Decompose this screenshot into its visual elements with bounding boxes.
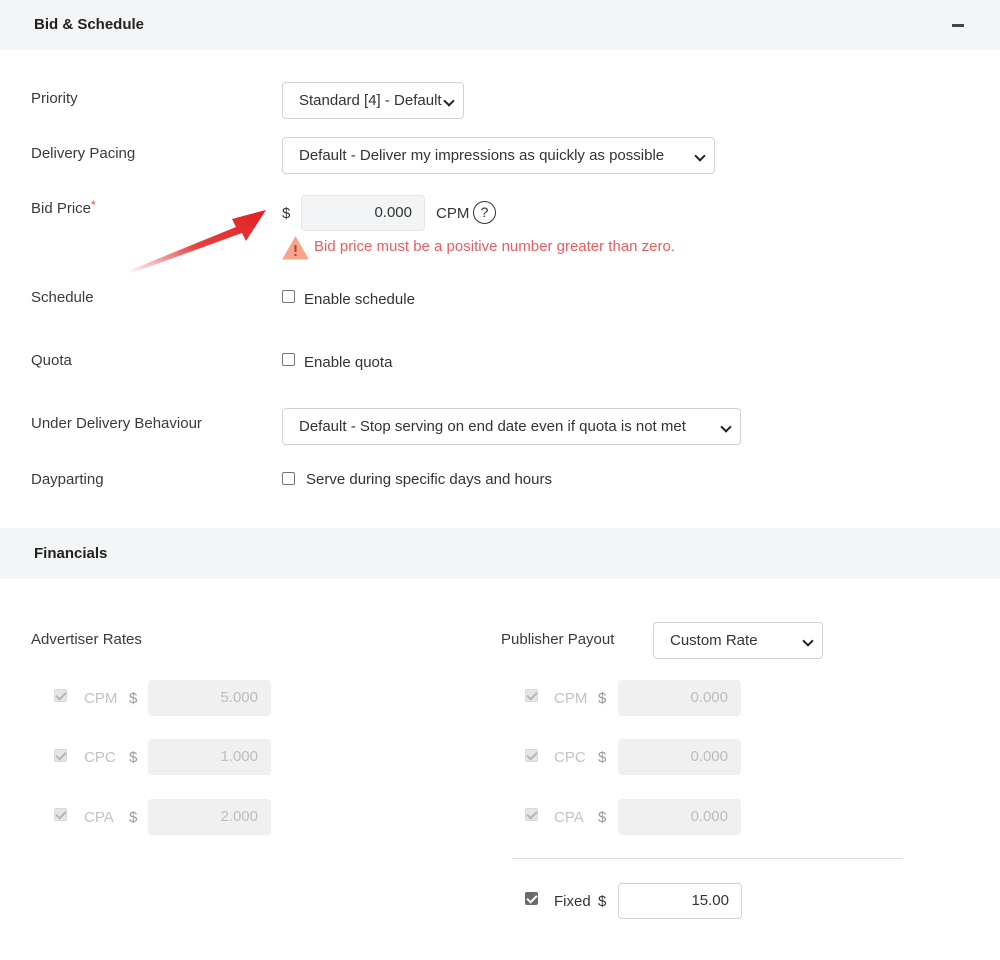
enable-schedule-checkbox[interactable] bbox=[282, 290, 295, 303]
publisher-payout-select[interactable]: Custom Rate bbox=[653, 622, 823, 659]
delivery-pacing-label: Delivery Pacing bbox=[31, 145, 136, 162]
chevron-down-icon bbox=[720, 421, 732, 433]
advertiser-cpc-currency: $ bbox=[129, 749, 138, 766]
under-delivery-select-value: Default - Stop serving on end date even … bbox=[299, 418, 686, 435]
bid-price-input[interactable]: 0.000 bbox=[301, 195, 425, 231]
publisher-cpm-checkbox[interactable] bbox=[525, 689, 538, 702]
publisher-cpa-label: CPA bbox=[554, 809, 584, 826]
priority-select-value: Standard [4] - Default bbox=[299, 92, 442, 109]
delivery-pacing-select[interactable]: Default - Deliver my impressions as quic… bbox=[282, 137, 715, 174]
advertiser-cpc-input[interactable]: 1.000 bbox=[148, 739, 271, 775]
advertiser-cpm-checkbox[interactable] bbox=[54, 689, 67, 702]
publisher-cpc-currency: $ bbox=[598, 749, 607, 766]
priority-select[interactable]: Standard [4] - Default bbox=[282, 82, 464, 119]
schedule-label: Schedule bbox=[31, 289, 94, 306]
delivery-pacing-select-value: Default - Deliver my impressions as quic… bbox=[299, 147, 665, 164]
required-asterisk: * bbox=[91, 198, 96, 212]
publisher-cpm-currency: $ bbox=[598, 690, 607, 707]
publisher-cpa-input[interactable]: 0.000 bbox=[618, 799, 741, 835]
fixed-payout-currency: $ bbox=[598, 893, 607, 910]
advertiser-cpa-checkbox[interactable] bbox=[54, 808, 67, 821]
help-question-icon[interactable]: ? bbox=[473, 201, 496, 224]
fixed-payout-input[interactable]: 15.00 bbox=[618, 883, 742, 919]
bid-price-unit: CPM bbox=[436, 205, 470, 222]
publisher-cpc-input[interactable]: 0.000 bbox=[618, 739, 741, 775]
chevron-down-icon bbox=[802, 635, 814, 647]
chevron-down-icon bbox=[443, 95, 455, 107]
publisher-cpm-input[interactable]: 0.000 bbox=[618, 680, 741, 716]
publisher-payout-label: Publisher Payout bbox=[501, 631, 615, 648]
advertiser-cpa-label: CPA bbox=[84, 809, 114, 826]
advertiser-rates-label: Advertiser Rates bbox=[31, 631, 142, 648]
advertiser-cpm-label: CPM bbox=[84, 690, 118, 707]
collapse-minus-icon[interactable] bbox=[952, 24, 964, 27]
dayparting-checkbox-label: Serve during specific days and hours bbox=[306, 471, 552, 488]
priority-label: Priority bbox=[31, 90, 78, 107]
fixed-payout-label: Fixed bbox=[554, 893, 591, 910]
publisher-cpa-currency: $ bbox=[598, 809, 607, 826]
quota-label: Quota bbox=[31, 352, 72, 369]
fixed-payout-checkbox[interactable] bbox=[525, 892, 538, 905]
publisher-cpc-checkbox[interactable] bbox=[525, 749, 538, 762]
dayparting-label: Dayparting bbox=[31, 471, 104, 488]
chevron-down-icon bbox=[694, 150, 706, 162]
advertiser-cpc-checkbox[interactable] bbox=[54, 749, 67, 762]
payout-divider bbox=[512, 858, 903, 859]
publisher-cpm-label: CPM bbox=[554, 690, 588, 707]
advertiser-cpa-input[interactable]: 2.000 bbox=[148, 799, 271, 835]
bid-schedule-header[interactable]: Bid & Schedule bbox=[0, 0, 1000, 50]
bid-price-currency: $ bbox=[282, 205, 291, 222]
dayparting-checkbox[interactable] bbox=[282, 472, 295, 485]
publisher-cpa-checkbox[interactable] bbox=[525, 808, 538, 821]
enable-quota-label: Enable quota bbox=[304, 354, 393, 371]
advertiser-cpc-label: CPC bbox=[84, 749, 116, 766]
publisher-payout-select-value: Custom Rate bbox=[670, 632, 758, 649]
red-arrow-icon bbox=[128, 210, 266, 273]
bid-price-label: Bid Price* bbox=[31, 198, 96, 217]
advertiser-cpm-currency: $ bbox=[129, 690, 138, 707]
bid-price-error: Bid price must be a positive number grea… bbox=[314, 238, 676, 255]
financials-header: Financials bbox=[0, 528, 1000, 579]
advertiser-cpa-currency: $ bbox=[129, 809, 138, 826]
publisher-cpc-label: CPC bbox=[554, 749, 586, 766]
warning-triangle-icon bbox=[282, 236, 309, 260]
under-delivery-select[interactable]: Default - Stop serving on end date even … bbox=[282, 408, 741, 445]
under-delivery-label: Under Delivery Behaviour bbox=[31, 415, 202, 432]
bid-schedule-title: Bid & Schedule bbox=[34, 16, 145, 33]
advertiser-cpm-input[interactable]: 5.000 bbox=[148, 680, 271, 716]
financials-title: Financials bbox=[34, 545, 108, 562]
enable-schedule-label: Enable schedule bbox=[304, 291, 415, 308]
enable-quota-checkbox[interactable] bbox=[282, 353, 295, 366]
